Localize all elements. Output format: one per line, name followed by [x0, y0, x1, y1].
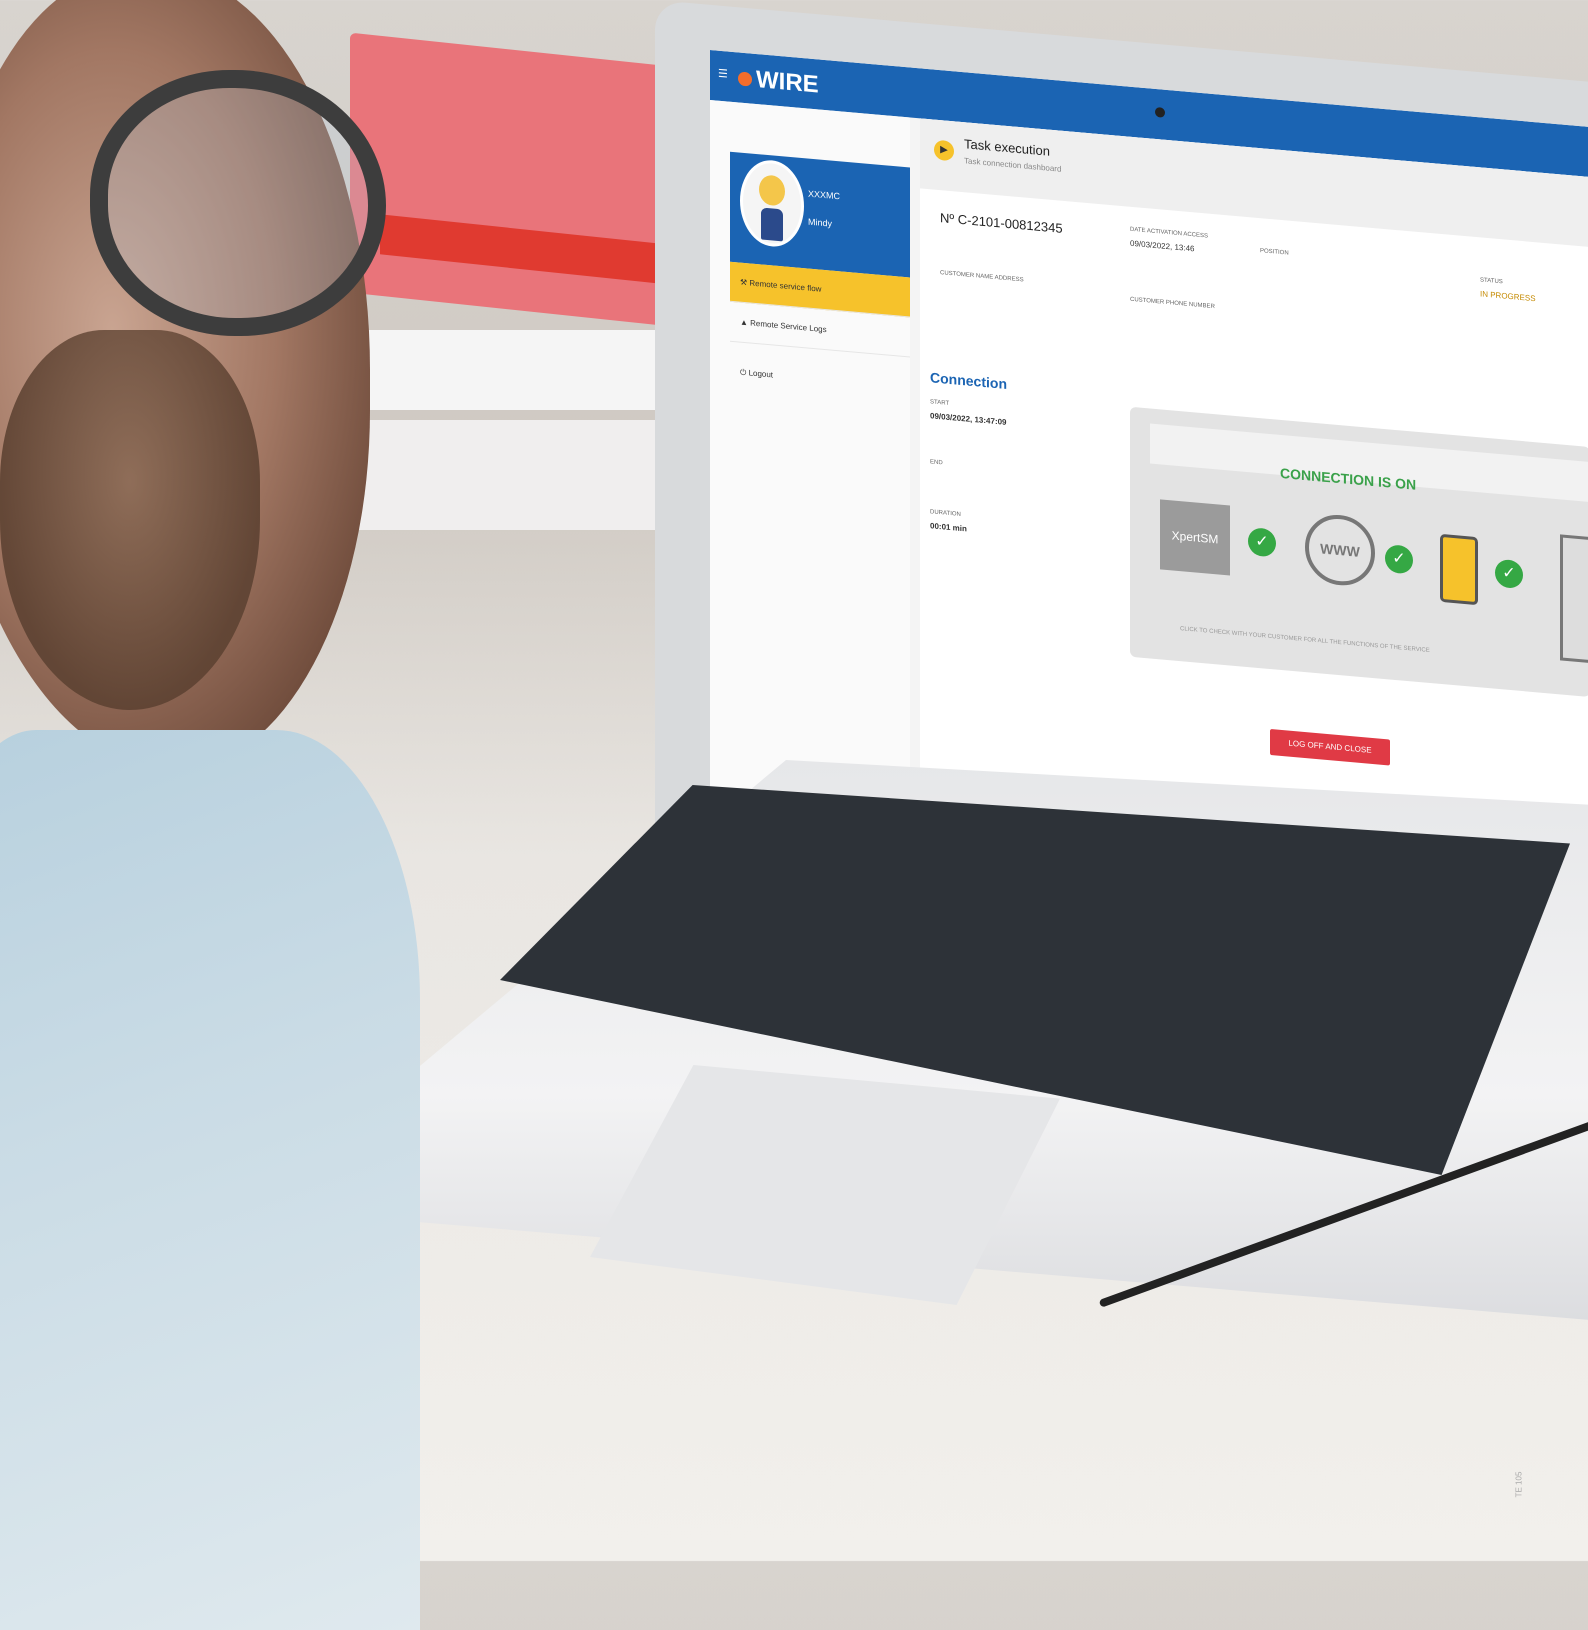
connection-title: Connection	[930, 369, 1007, 392]
avatar-face	[759, 174, 785, 207]
person-beard	[0, 330, 260, 710]
menu-icon[interactable]: ☰	[718, 67, 728, 81]
start-label: START	[930, 399, 950, 407]
order-number: Nº C-2101-00812345	[940, 210, 1063, 236]
profile-name: XXXMC	[808, 188, 841, 202]
profile-card: XXXMC Mindy	[730, 151, 910, 278]
contact-label: CUSTOMER PHONE NUMBER	[1130, 296, 1215, 311]
logo-dot-icon	[738, 71, 752, 87]
customer-label: CUSTOMER NAME ADDRESS	[940, 270, 1024, 284]
main-content: ▶ Task execution Task connection dashboa…	[920, 118, 1588, 827]
date-label: DATE ACTIVATION ACCESS	[1130, 226, 1209, 240]
sidebar: XXXMC Mindy ⚒ Remote service flow ▲ Remo…	[710, 100, 910, 828]
person	[0, 0, 420, 1630]
globe-icon: WWW	[1305, 512, 1375, 589]
logo-text: WIRE	[756, 66, 819, 99]
duration-value: 00:01 min	[930, 521, 967, 534]
owner-label: POSITION	[1260, 248, 1289, 257]
xpertsm-icon: XpertSM	[1160, 499, 1230, 576]
check-icon: ✓	[1248, 527, 1276, 558]
status-label: STATUS	[1480, 277, 1503, 286]
start-value: 09/03/2022, 13:47:09	[930, 411, 1007, 427]
wrench-icon: ⚒	[740, 277, 750, 288]
sidebar-item-logout[interactable]: ⏻ Logout	[730, 352, 910, 408]
connection-footnote: CLICK TO CHECK WITH YOUR CUSTOMER FOR AL…	[1180, 626, 1430, 654]
end-label: END	[930, 459, 943, 467]
sidebar-item-label: Remote service flow	[749, 278, 822, 294]
date-value: 09/03/2022, 13:46	[1130, 238, 1195, 254]
duration-label: DURATION	[930, 509, 961, 518]
check-icon: ✓	[1495, 558, 1523, 590]
status-value: IN PROGRESS	[1480, 289, 1536, 304]
check-icon: ✓	[1385, 544, 1413, 575]
task-title: Task execution	[964, 136, 1050, 159]
camera-icon	[1155, 106, 1165, 118]
app-logo: WIRE	[738, 64, 819, 99]
user-icon: ▲	[740, 317, 751, 328]
avatar-body	[761, 207, 783, 242]
glasses	[90, 70, 386, 336]
play-icon: ▶	[934, 139, 954, 162]
avatar	[740, 157, 804, 250]
profile-role: Mindy	[808, 216, 833, 229]
task-subtitle: Task connection dashboard	[964, 156, 1062, 174]
connection-panel: CONNECTION IS ON XpertSM ✓ WWW ✓ ✓ CLICK…	[1130, 406, 1588, 697]
laptop-screen: ☰ WIRE XXXMC Mindy ⚒ Remote service flow…	[710, 50, 1588, 887]
phone-icon	[1440, 533, 1478, 606]
connection-panel-header	[1150, 423, 1588, 502]
sidebar-item-label: Remote Service Logs	[750, 318, 827, 335]
sidebar-item-label: Logout	[748, 368, 774, 380]
watermark: TE 105	[1514, 1471, 1524, 1498]
person-shirt	[0, 730, 420, 1630]
power-icon: ⏻	[740, 367, 749, 378]
device-icon	[1560, 534, 1588, 665]
